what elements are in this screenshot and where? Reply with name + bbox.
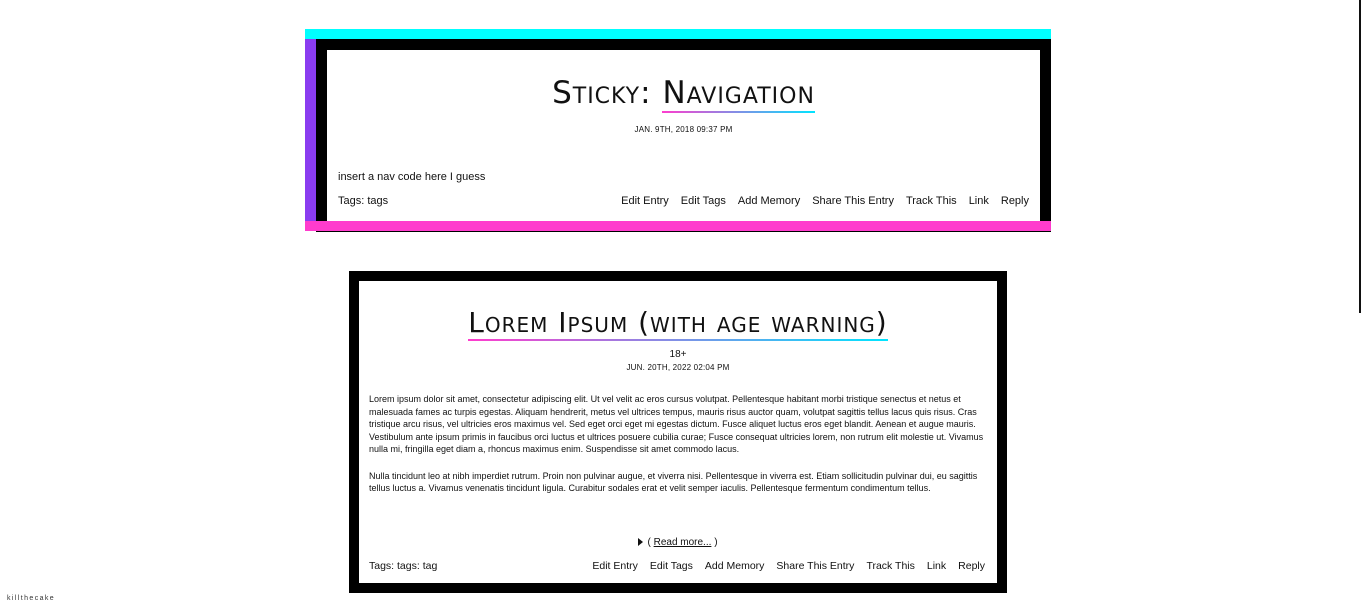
sticky-entry: Sticky: Navigation JAN. 9TH, 2018 09:37 …	[316, 39, 1051, 232]
entry: Lorem Ipsum (with age warning) 18+ JUN. …	[349, 271, 1007, 593]
sticky-entry-date: JAN. 9TH, 2018 09:37 PM	[634, 125, 733, 134]
sticky-reply-link[interactable]: Reply	[1001, 195, 1029, 207]
entry-body: Lorem ipsum dolor sit amet, consectetur …	[369, 393, 989, 509]
read-more-link[interactable]: Read more...	[654, 537, 712, 548]
sticky-entry-frame: Sticky: Navigation JAN. 9TH, 2018 09:37 …	[305, 29, 1051, 232]
sticky-edit-entry-link[interactable]: Edit Entry	[621, 195, 669, 207]
sticky-add-memory-link[interactable]: Add Memory	[738, 195, 800, 207]
entry-footer: Tags: tags: tag Edit Entry Edit Tags Add…	[369, 560, 985, 572]
read-more-close: )	[714, 537, 718, 548]
sticky-stripe-top	[305, 29, 1051, 39]
scrollbar-edge	[1359, 0, 1361, 313]
sticky-entry-footer: Tags: tags Edit Entry Edit Tags Add Memo…	[338, 195, 1029, 207]
layout-credit[interactable]: killthecake	[7, 595, 55, 602]
add-memory-link[interactable]: Add Memory	[705, 560, 765, 572]
entry-title: Lorem Ipsum (with age warning)	[359, 281, 997, 341]
age-rating: 18+	[669, 349, 687, 360]
sticky-link-link[interactable]: Link	[969, 195, 989, 207]
reply-link[interactable]: Reply	[958, 560, 985, 572]
read-more-open: (	[647, 537, 651, 548]
track-this-link[interactable]: Track This	[866, 560, 914, 572]
share-entry-link[interactable]: Share This Entry	[776, 560, 854, 572]
sticky-actions: Edit Entry Edit Tags Add Memory Share Th…	[621, 195, 1029, 207]
link-link[interactable]: Link	[927, 560, 946, 572]
entry-tags[interactable]: Tags: tags: tag	[369, 560, 437, 572]
entry-paragraph: Lorem ipsum dolor sit amet, consectetur …	[369, 394, 984, 454]
edit-entry-link[interactable]: Edit Entry	[592, 560, 638, 572]
sticky-entry-title: Sticky: Navigation	[327, 50, 1040, 113]
entry-title-link[interactable]: Lorem Ipsum (with age warning)	[468, 306, 888, 341]
entry-actions: Edit Entry Edit Tags Add Memory Share Th…	[592, 560, 985, 572]
edit-tags-link[interactable]: Edit Tags	[650, 560, 693, 572]
entry-date: JUN. 20TH, 2022 02:04 PM	[626, 363, 730, 372]
sticky-edit-tags-link[interactable]: Edit Tags	[681, 195, 726, 207]
sticky-tags[interactable]: Tags: tags	[338, 195, 388, 207]
sticky-entry-body: insert a nav code here I guess	[338, 171, 486, 183]
sticky-share-entry-link[interactable]: Share This Entry	[812, 195, 894, 207]
entry-paragraph: Nulla tincidunt leo at nibh imperdiet ru…	[369, 470, 978, 494]
sticky-track-link[interactable]: Track This	[906, 195, 957, 207]
sticky-title-prefix: Sticky:	[552, 75, 652, 111]
read-more: ( Read more... )	[359, 537, 997, 548]
expand-triangle-icon[interactable]	[638, 538, 644, 547]
sticky-title-link[interactable]: Navigation	[662, 75, 815, 113]
sticky-stripe-bottom	[305, 221, 1051, 231]
